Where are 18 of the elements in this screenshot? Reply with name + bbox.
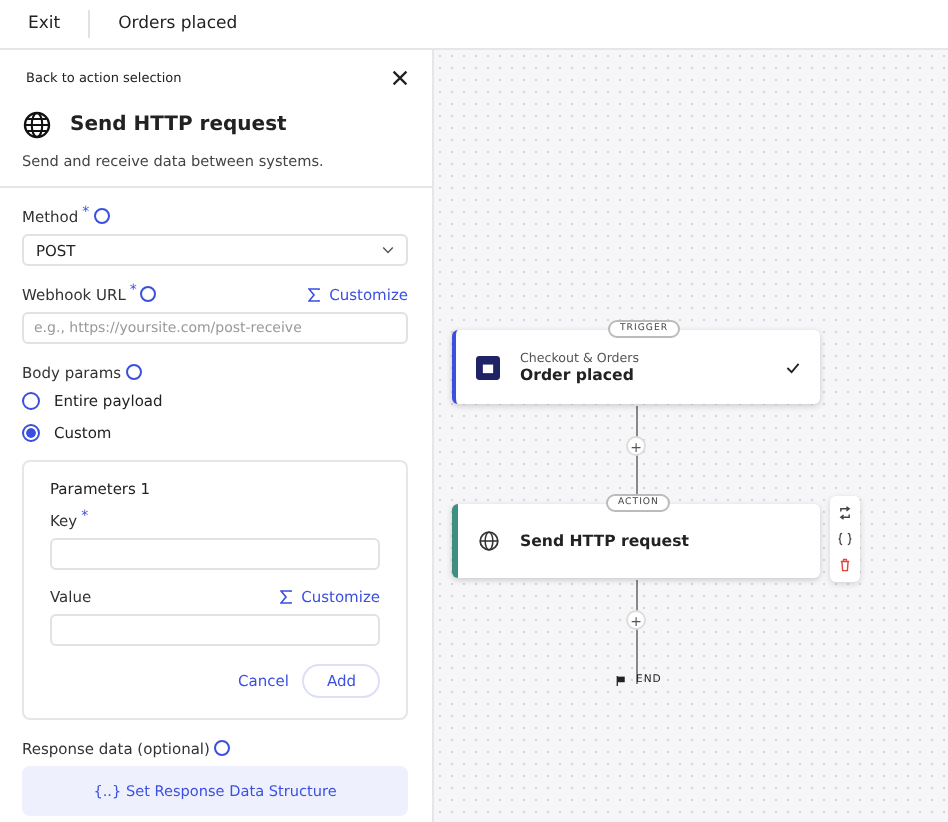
exit-button[interactable]: Exit xyxy=(16,10,73,38)
radio-button[interactable] xyxy=(22,391,40,409)
key-field[interactable] xyxy=(50,538,380,570)
braces-icon[interactable] xyxy=(838,532,852,546)
swap-icon[interactable] xyxy=(838,506,852,520)
close-icon[interactable] xyxy=(392,70,408,86)
sigma-icon xyxy=(279,589,292,603)
trash-icon[interactable] xyxy=(838,558,852,572)
globe-icon xyxy=(478,530,500,552)
flag-icon xyxy=(616,675,626,685)
chevron-icon xyxy=(382,246,394,254)
value-field[interactable] xyxy=(50,614,380,646)
sigma-icon xyxy=(307,287,320,301)
bag-icon xyxy=(476,355,500,379)
panel-title: Send HTTP request xyxy=(70,114,287,136)
workflow-name-button[interactable]: Orders placed xyxy=(106,10,250,38)
globe-icon xyxy=(22,110,52,140)
radio-button[interactable] xyxy=(22,423,40,441)
